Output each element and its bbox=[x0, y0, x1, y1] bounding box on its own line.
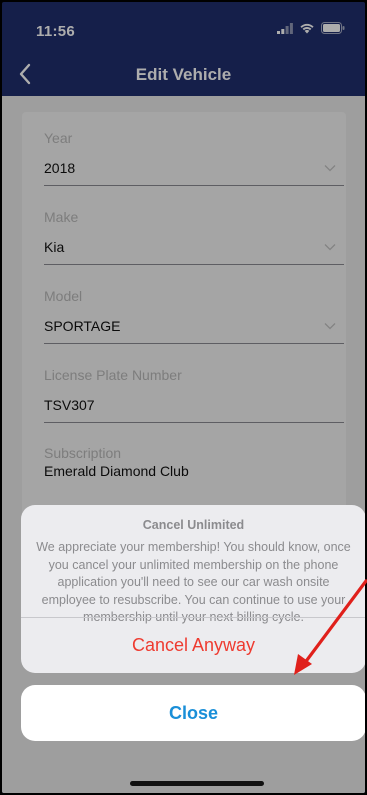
action-sheet-title: Cancel Unlimited bbox=[142, 518, 245, 532]
close-button[interactable]: Close bbox=[21, 685, 365, 741]
annotation-arrow-icon bbox=[294, 579, 367, 675]
home-indicator bbox=[130, 781, 264, 786]
